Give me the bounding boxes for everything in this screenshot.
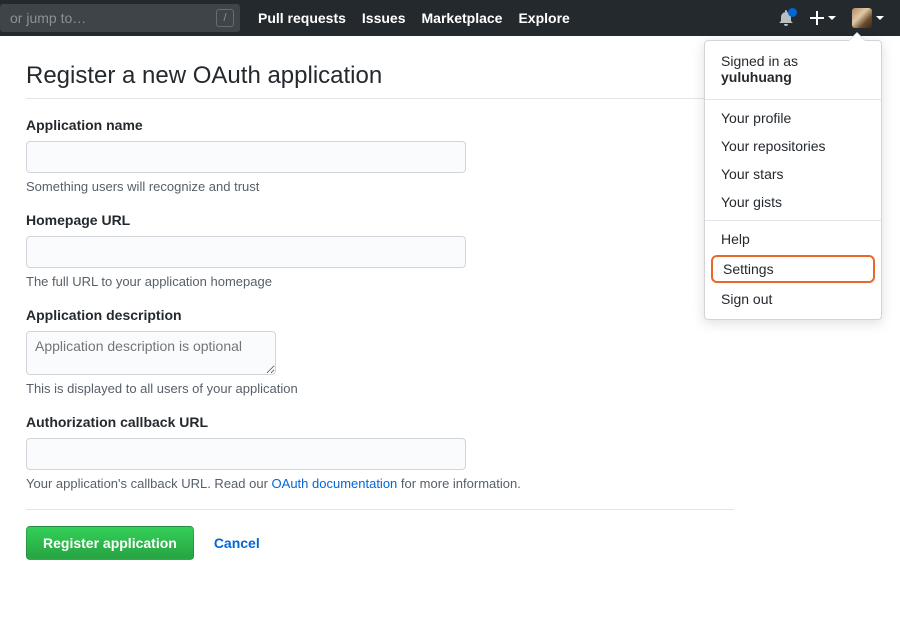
menu-sign-out[interactable]: Sign out [705, 285, 881, 313]
field-homepage-url: Homepage URL The full URL to your applic… [26, 212, 734, 289]
topbar-right [778, 8, 884, 28]
caret-down-icon [876, 16, 884, 20]
field-callback-url: Authorization callback URL Your applicat… [26, 414, 734, 491]
label-app-name: Application name [26, 117, 734, 133]
menu-help[interactable]: Help [705, 225, 881, 253]
nav-explore[interactable]: Explore [518, 10, 569, 26]
caret-down-icon [828, 16, 836, 20]
menu-your-gists[interactable]: Your gists [705, 188, 881, 216]
top-nav: / Pull requests Issues Marketplace Explo… [0, 0, 900, 36]
input-description[interactable] [26, 331, 276, 375]
cancel-button[interactable]: Cancel [214, 535, 260, 551]
slash-hotkey-badge: / [216, 9, 234, 27]
signed-in-label: Signed in as [721, 53, 798, 69]
avatar [852, 8, 872, 28]
nav-marketplace[interactable]: Marketplace [422, 10, 503, 26]
create-new-button[interactable] [810, 11, 836, 25]
hint-homepage-url: The full URL to your application homepag… [26, 274, 734, 289]
page-title: Register a new OAuth application [26, 62, 734, 99]
oauth-docs-link[interactable]: OAuth documentation [272, 476, 398, 491]
input-callback-url[interactable] [26, 438, 466, 470]
menu-your-profile[interactable]: Your profile [705, 104, 881, 132]
hint-callback-url: Your application's callback URL. Read ou… [26, 476, 734, 491]
primary-nav: Pull requests Issues Marketplace Explore [258, 10, 570, 26]
menu-settings[interactable]: Settings [711, 255, 875, 283]
user-menu-button[interactable] [852, 8, 884, 28]
nav-issues[interactable]: Issues [362, 10, 406, 26]
input-app-name[interactable] [26, 141, 466, 173]
main-content: Register a new OAuth application Applica… [0, 36, 760, 560]
divider [705, 99, 881, 100]
notifications-button[interactable] [778, 10, 794, 26]
label-homepage-url: Homepage URL [26, 212, 734, 228]
hint-description: This is displayed to all users of your a… [26, 381, 734, 396]
label-description: Application description [26, 307, 734, 323]
user-dropdown: Signed in as yuluhuang Your profile Your… [704, 40, 882, 320]
hint-callback-pre: Your application's callback URL. Read ou… [26, 476, 272, 491]
signed-in-header: Signed in as yuluhuang [705, 47, 881, 95]
label-callback-url: Authorization callback URL [26, 414, 734, 430]
signed-in-username: yuluhuang [721, 69, 792, 85]
divider [705, 220, 881, 221]
notification-dot [788, 8, 797, 17]
input-homepage-url[interactable] [26, 236, 466, 268]
menu-your-repositories[interactable]: Your repositories [705, 132, 881, 160]
hint-callback-post: for more information. [397, 476, 521, 491]
hint-app-name: Something users will recognize and trust [26, 179, 734, 194]
menu-your-stars[interactable]: Your stars [705, 160, 881, 188]
field-description: Application description This is displaye… [26, 307, 734, 396]
plus-icon [810, 11, 824, 25]
register-application-button[interactable]: Register application [26, 526, 194, 560]
form-actions: Register application Cancel [26, 509, 734, 560]
search-input[interactable] [6, 10, 216, 26]
field-app-name: Application name Something users will re… [26, 117, 734, 194]
nav-pull-requests[interactable]: Pull requests [258, 10, 346, 26]
search-wrap[interactable]: / [0, 4, 240, 32]
